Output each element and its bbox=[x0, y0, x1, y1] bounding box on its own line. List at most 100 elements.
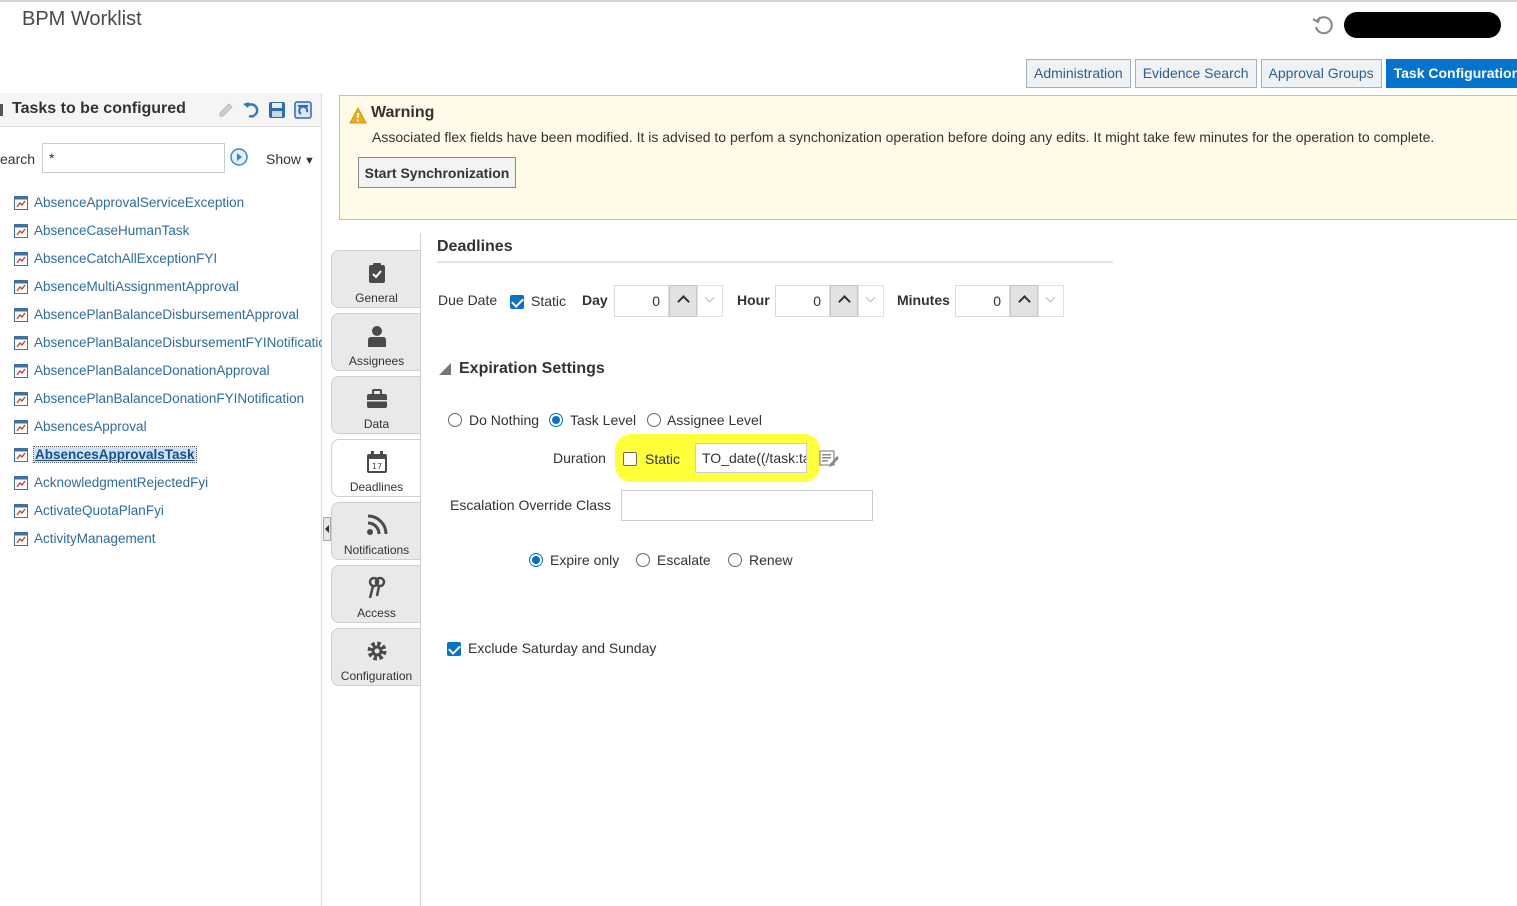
task-label: ActivityManagement bbox=[34, 531, 156, 546]
side-tab-deadlines[interactable]: 17 Deadlines bbox=[331, 439, 421, 497]
splitter-collapse-handle[interactable] bbox=[323, 517, 331, 541]
renew-label: Renew bbox=[749, 552, 793, 568]
tab-administration[interactable]: Administration bbox=[1026, 59, 1131, 88]
side-tab-notifications[interactable]: Notifications bbox=[331, 502, 421, 560]
task-label: AbsenceCatchAllExceptionFYI bbox=[34, 251, 218, 266]
task-icon bbox=[14, 504, 28, 518]
task-label: AbsenceMultiAssignmentApproval bbox=[34, 279, 239, 294]
task-icon bbox=[14, 336, 28, 350]
collapse-icon[interactable] bbox=[0, 104, 3, 116]
escalation-override-input[interactable] bbox=[621, 490, 873, 521]
side-tab-label: General bbox=[355, 291, 398, 305]
hour-label: Hour bbox=[737, 292, 770, 308]
duration-static-checkbox[interactable] bbox=[623, 452, 637, 466]
day-increment-icon[interactable] bbox=[669, 285, 697, 317]
keys-icon bbox=[368, 576, 386, 599]
side-tab-label: Configuration bbox=[340, 669, 413, 683]
hour-input[interactable]: 0 bbox=[775, 285, 830, 317]
task-list-item[interactable]: AbsenceMultiAssignmentApproval bbox=[0, 273, 322, 301]
radio-assignee-level[interactable] bbox=[647, 413, 661, 427]
day-label: Day bbox=[582, 292, 608, 308]
task-list-item[interactable]: AbsencePlanBalanceDonationFYINotificatio… bbox=[0, 385, 322, 413]
person-icon bbox=[368, 326, 386, 347]
task-label: ActivateQuotaPlanFyi bbox=[34, 503, 164, 518]
task-list-item[interactable]: AbsenceCatchAllExceptionFYI bbox=[0, 245, 322, 273]
task-icon bbox=[14, 196, 28, 210]
hour-decrement-icon[interactable] bbox=[858, 285, 884, 317]
due-date-static-checkbox[interactable] bbox=[510, 295, 524, 309]
expiration-settings-title: Expiration Settings bbox=[459, 360, 605, 377]
minutes-input[interactable]: 0 bbox=[955, 285, 1010, 317]
escalation-override-label: Escalation Override Class bbox=[450, 497, 612, 513]
task-label: AbsenceCaseHumanTask bbox=[34, 223, 190, 238]
duration-label: Duration bbox=[553, 450, 606, 466]
caret-down-icon: ▼ bbox=[304, 155, 315, 167]
task-list-item[interactable]: AbsencePlanBalanceDonationApproval bbox=[0, 357, 322, 385]
escalate-label: Escalate bbox=[657, 552, 711, 568]
search-input[interactable] bbox=[42, 143, 225, 173]
refresh-icon[interactable] bbox=[1311, 13, 1335, 37]
task-label: AbsencesApproval bbox=[34, 419, 147, 434]
disclosure-triangle-icon[interactable] bbox=[439, 363, 451, 375]
day-decrement-icon[interactable] bbox=[697, 285, 723, 317]
task-icon bbox=[14, 364, 28, 378]
side-tab-configuration[interactable]: Configuration bbox=[331, 628, 421, 686]
side-tab-access[interactable]: Access bbox=[331, 565, 421, 623]
config-side-tabs: General Assignees Data 17 Deadlines Noti… bbox=[331, 250, 421, 691]
radio-renew[interactable] bbox=[728, 553, 742, 567]
undo-icon[interactable] bbox=[241, 100, 261, 120]
task-list-item[interactable]: AbsenceCaseHumanTask bbox=[0, 217, 322, 245]
exclude-weekend-checkbox[interactable] bbox=[447, 642, 461, 656]
task-label: AbsencesApprovalsTask bbox=[33, 446, 197, 463]
expression-builder-icon[interactable] bbox=[818, 448, 840, 468]
task-icon bbox=[14, 308, 28, 322]
side-tab-label: Data bbox=[363, 417, 390, 431]
side-tab-label: Notifications bbox=[343, 543, 410, 557]
search-go-icon[interactable] bbox=[230, 148, 248, 166]
show-dropdown[interactable]: Show ▼ bbox=[266, 151, 315, 167]
task-list-item[interactable]: AbsencePlanBalanceDisbursementApproval bbox=[0, 301, 322, 329]
task-list-item[interactable]: AbsencesApprovalsTask bbox=[0, 441, 322, 469]
task-panel-title: Tasks to be configured bbox=[12, 100, 186, 117]
day-input[interactable]: 0 bbox=[614, 285, 669, 317]
task-list-item[interactable]: AbsencePlanBalanceDisbursementFYINotific… bbox=[0, 329, 322, 357]
task-label: AcknowledgmentRejectedFyi bbox=[34, 475, 209, 490]
tab-approval-groups[interactable]: Approval Groups bbox=[1260, 59, 1382, 88]
radio-do-nothing[interactable] bbox=[448, 413, 462, 427]
minutes-increment-icon[interactable] bbox=[1010, 285, 1038, 317]
gear-icon bbox=[367, 641, 387, 661]
briefcase-icon bbox=[367, 389, 387, 408]
task-list-item[interactable]: ActivityManagement bbox=[0, 525, 322, 553]
task-list-item[interactable]: AbsenceApprovalServiceException bbox=[0, 189, 322, 217]
task-icon bbox=[14, 476, 28, 490]
edit-icon[interactable] bbox=[216, 100, 236, 120]
task-list-item[interactable]: AbsencesApproval bbox=[0, 413, 322, 441]
start-synchronization-button[interactable]: Start Synchronization bbox=[358, 157, 516, 188]
minutes-decrement-icon[interactable] bbox=[1038, 285, 1064, 317]
rss-icon bbox=[367, 514, 388, 535]
radio-task-level[interactable] bbox=[549, 413, 563, 427]
duration-expression-input[interactable]: TO_date((/task:ta bbox=[695, 443, 807, 473]
side-tab-general[interactable]: General bbox=[331, 250, 421, 308]
side-tab-data[interactable]: Data bbox=[331, 376, 421, 434]
due-date-label: Due Date bbox=[438, 292, 498, 308]
tab-task-configuration[interactable]: Task Configuration bbox=[1385, 59, 1517, 88]
task-list-item[interactable]: AcknowledgmentRejectedFyi bbox=[0, 469, 322, 497]
radio-escalate[interactable] bbox=[636, 553, 650, 567]
search-label: earch bbox=[0, 151, 36, 167]
top-tab-bar: Administration Evidence Search Approval … bbox=[1026, 59, 1517, 88]
hour-increment-icon[interactable] bbox=[830, 285, 858, 317]
radio-expire-only[interactable] bbox=[529, 553, 543, 567]
deadlines-title-underline bbox=[437, 261, 1113, 263]
commit-icon[interactable] bbox=[293, 100, 313, 120]
tab-evidence-search[interactable]: Evidence Search bbox=[1134, 59, 1257, 88]
task-icon bbox=[14, 392, 28, 406]
side-tab-assignees[interactable]: Assignees bbox=[331, 313, 421, 371]
user-menu-redacted[interactable] bbox=[1344, 12, 1501, 38]
due-date-static-label: Static bbox=[531, 293, 567, 309]
task-icon bbox=[14, 420, 28, 434]
task-list: AbsenceApprovalServiceException AbsenceCa… bbox=[0, 189, 322, 553]
save-icon[interactable] bbox=[267, 100, 287, 120]
task-list-panel: Tasks to be configured earch Show▼ Absen… bbox=[0, 93, 322, 906]
task-list-item[interactable]: ActivateQuotaPlanFyi bbox=[0, 497, 322, 525]
